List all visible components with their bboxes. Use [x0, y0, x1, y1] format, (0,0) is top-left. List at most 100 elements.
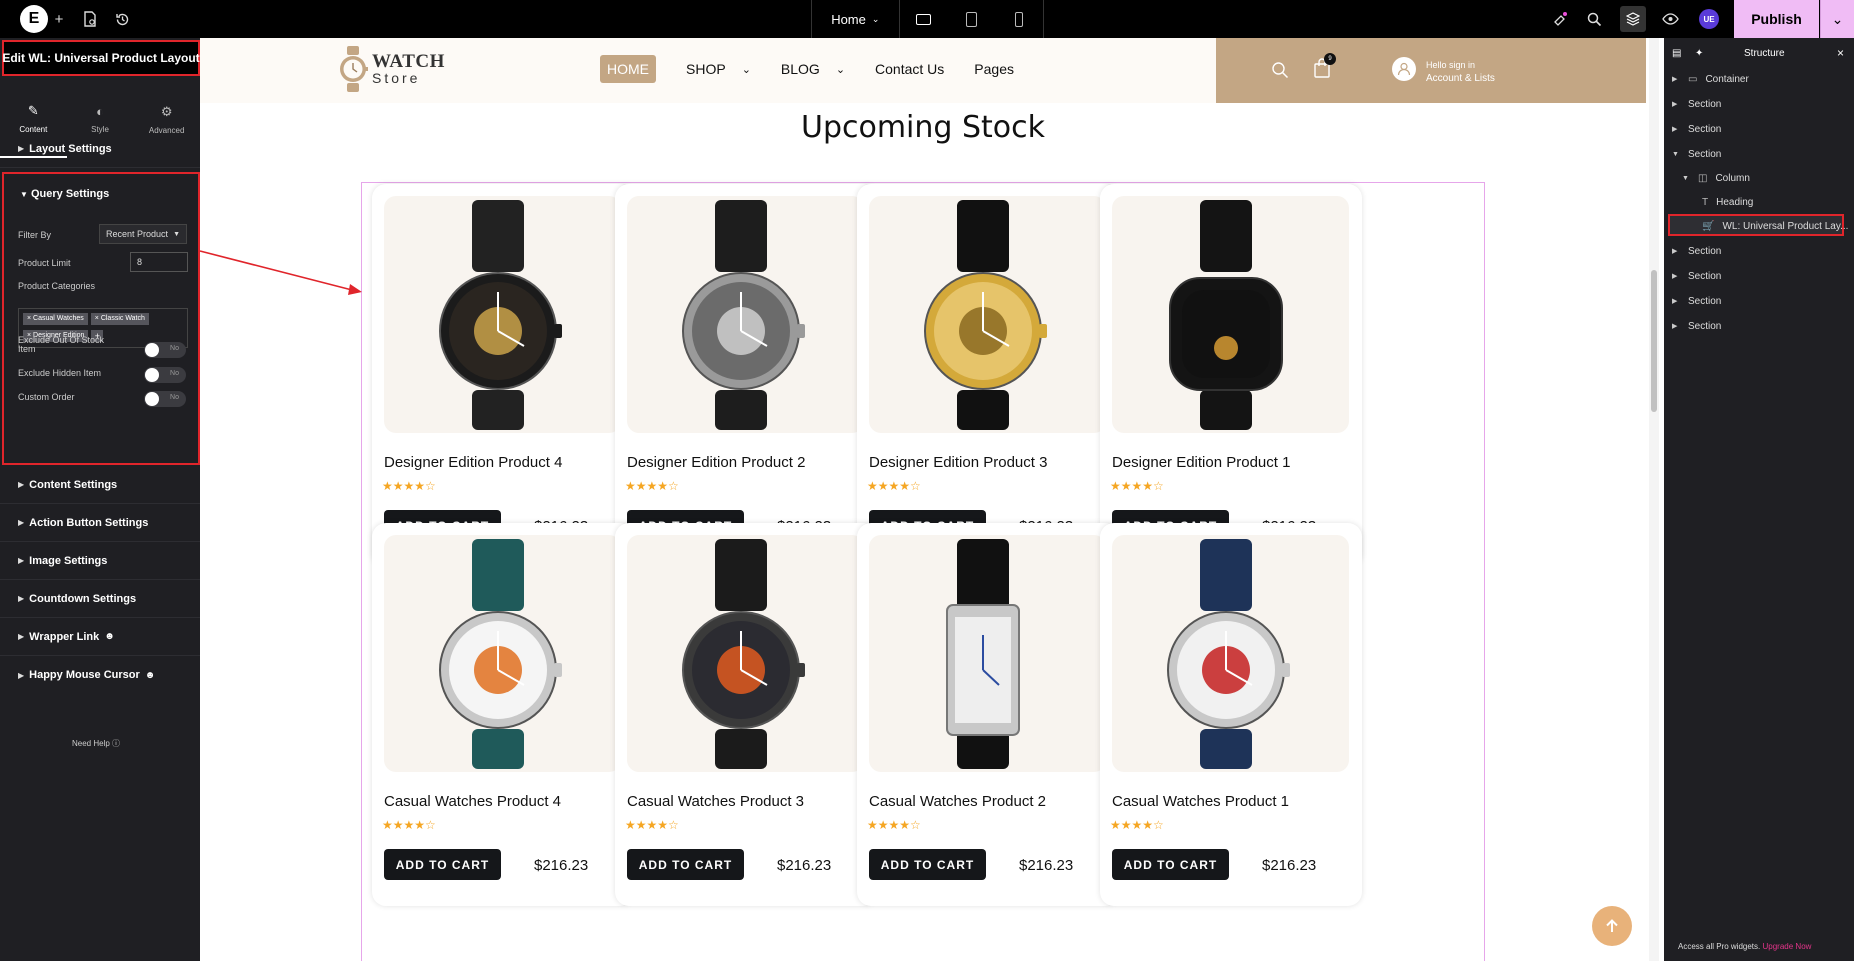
exclude-out-of-stock-toggle[interactable]: No	[144, 342, 186, 358]
nav-contact[interactable]: Contact Us	[875, 61, 944, 77]
product-image[interactable]	[869, 535, 1106, 772]
category-tag[interactable]: × Classic Watch	[90, 313, 149, 325]
structure-item-section-expanded[interactable]: ▼ Section	[1672, 145, 1721, 163]
section-layout-settings[interactable]: ▶ Layout Settings	[0, 130, 200, 168]
product-image[interactable]	[627, 535, 864, 772]
product-title[interactable]: Designer Edition Product 1	[1112, 454, 1290, 471]
expand-icon[interactable]: ✦	[1695, 48, 1703, 59]
structure-item-section[interactable]: ▶ Section	[1672, 317, 1721, 335]
section-image-settings[interactable]: ▶ Image Settings	[0, 542, 200, 580]
product-card[interactable]: Casual Watches Product 4 ★★★★☆ ADD TO CA…	[372, 523, 634, 906]
add-to-cart-button[interactable]: ADD TO CART	[1112, 849, 1229, 880]
structure-item-product-layout[interactable]: 🛒 WL: Universal Product Lay...	[1702, 217, 1848, 235]
need-help-link[interactable]: Need Help ⓘ	[72, 738, 120, 749]
search-icon[interactable]	[1271, 61, 1289, 79]
section-wrapper-link[interactable]: ▶ Wrapper Link ☻	[0, 618, 200, 656]
custom-order-toggle[interactable]: No	[144, 391, 186, 407]
publish-button[interactable]: Publish	[1734, 0, 1819, 38]
section-action-button-settings[interactable]: ▶ Action Button Settings	[0, 504, 200, 542]
nav-pages[interactable]: Pages	[974, 61, 1014, 77]
structure-item-section[interactable]: ▶ Section	[1672, 95, 1721, 113]
product-title[interactable]: Casual Watches Product 4	[384, 793, 561, 810]
exclude-hidden-toggle[interactable]: No	[144, 367, 186, 383]
product-title[interactable]: Designer Edition Product 3	[869, 454, 1047, 471]
page-select[interactable]: Home ⌄	[812, 0, 900, 38]
section-happy-mouse-cursor[interactable]: ▶ Happy Mouse Cursor ☻	[0, 656, 200, 694]
query-settings-section: ▼ Query Settings Filter By Recent Produc…	[2, 172, 200, 465]
structure-item-heading[interactable]: T Heading	[1702, 193, 1753, 211]
product-card[interactable]: Designer Edition Product 1 ★★★★☆ ADD TO …	[1100, 184, 1362, 567]
structure-item-section[interactable]: ▶ Section	[1672, 292, 1721, 310]
caret-right-icon: ▶	[1672, 76, 1678, 83]
product-title[interactable]: Casual Watches Product 1	[1112, 793, 1289, 810]
product-image[interactable]	[1112, 535, 1349, 772]
structure-item-column[interactable]: ▼ ◫ Column	[1682, 169, 1750, 187]
nav-home[interactable]: HOME	[600, 55, 656, 83]
add-to-cart-button[interactable]: ADD TO CART	[869, 849, 986, 880]
panel-menu-icon[interactable]: ▤	[1672, 48, 1681, 59]
caret-down-icon: ▼	[1672, 150, 1679, 158]
section-label: Query Settings	[30, 188, 110, 200]
add-element-icon[interactable]: +	[49, 9, 69, 29]
elementor-logo-button[interactable]: E	[20, 5, 48, 33]
search-icon[interactable]	[1584, 9, 1604, 29]
product-image[interactable]	[869, 196, 1106, 433]
product-limit-label: Product Limit	[18, 258, 71, 268]
item-label: Container	[1705, 73, 1749, 85]
product-image[interactable]	[384, 196, 621, 433]
product-title[interactable]: Designer Edition Product 2	[627, 454, 805, 471]
category-tag[interactable]: × Casual Watches	[23, 313, 88, 325]
section-query-settings[interactable]: ▼ Query Settings	[20, 188, 109, 200]
product-card[interactable]: Designer Edition Product 3 ★★★★☆ ADD TO …	[857, 184, 1119, 567]
structure-item-section[interactable]: ▶ Section	[1672, 267, 1721, 285]
publish-options-button[interactable]: ⌄	[1820, 0, 1854, 38]
item-label: Section	[1688, 245, 1722, 257]
preview-eye-icon[interactable]	[1660, 9, 1680, 29]
account-avatar-icon[interactable]	[1392, 57, 1416, 81]
user-avatar[interactable]: UE	[1699, 9, 1719, 29]
page-select-label: Home	[831, 11, 866, 27]
product-title[interactable]: Designer Edition Product 4	[384, 454, 562, 471]
site-logo[interactable]: WATCH Store	[338, 46, 445, 92]
structure-item-section[interactable]: ▶ Section	[1672, 242, 1721, 260]
add-to-cart-button[interactable]: ADD TO CART	[627, 849, 744, 880]
history-icon[interactable]	[112, 9, 132, 29]
structure-item-container[interactable]: ▶ ▭ Container	[1672, 70, 1749, 88]
structure-item-section[interactable]: ▶ Section	[1672, 120, 1721, 138]
product-card[interactable]: Casual Watches Product 2 ★★★★☆ ADD TO CA…	[857, 523, 1119, 906]
nav-shop[interactable]: SHOP ⌄	[686, 61, 751, 77]
product-image[interactable]	[627, 196, 864, 433]
product-image[interactable]	[384, 535, 621, 772]
notifications-icon[interactable]	[1550, 9, 1570, 29]
chevron-down-icon: ⌄	[741, 63, 751, 76]
product-card[interactable]: Designer Edition Product 4 ★★★★☆ ADD TO …	[372, 184, 634, 567]
product-title[interactable]: Casual Watches Product 3	[627, 793, 804, 810]
section-countdown-settings[interactable]: ▶ Countdown Settings	[0, 580, 200, 618]
close-icon[interactable]: ×	[1837, 46, 1844, 60]
tablet-view-button[interactable]	[947, 0, 995, 38]
desktop-view-button[interactable]	[900, 0, 948, 38]
scroll-to-top-button[interactable]	[1592, 906, 1632, 946]
section-label: Countdown Settings	[29, 592, 137, 605]
section-content-settings[interactable]: ▶ Content Settings	[0, 466, 200, 504]
exclude-hidden-label: Exclude Hidden Item	[18, 368, 102, 378]
mobile-view-button[interactable]	[995, 0, 1043, 38]
structure-toggle-button[interactable]	[1620, 6, 1646, 32]
rating-stars-icon: ★★★★☆	[625, 818, 679, 832]
nav-label: BLOG	[780, 61, 820, 77]
add-to-cart-button[interactable]: ADD TO CART	[384, 849, 501, 880]
product-image[interactable]	[1112, 196, 1349, 433]
item-label: WL: Universal Product Lay...	[1722, 220, 1849, 232]
product-limit-input[interactable]: 8	[130, 252, 188, 272]
nav-blog[interactable]: BLOG ⌄	[781, 61, 845, 77]
scrollbar-thumb[interactable]	[1651, 270, 1657, 412]
product-card[interactable]: Casual Watches Product 1 ★★★★☆ ADD TO CA…	[1100, 523, 1362, 906]
page-settings-icon[interactable]	[80, 9, 100, 29]
upgrade-now-link[interactable]: Upgrade Now	[1763, 942, 1812, 951]
product-title[interactable]: Casual Watches Product 2	[869, 793, 1046, 810]
product-card[interactable]: Designer Edition Product 2 ★★★★☆ ADD TO …	[615, 184, 877, 567]
canvas-scrollbar[interactable]	[1649, 38, 1659, 961]
product-card[interactable]: Casual Watches Product 3 ★★★★☆ ADD TO CA…	[615, 523, 877, 906]
filter-by-select[interactable]: Recent Product ▼	[99, 224, 187, 244]
account-link[interactable]: Hello sign in Account & Lists	[1426, 58, 1495, 86]
